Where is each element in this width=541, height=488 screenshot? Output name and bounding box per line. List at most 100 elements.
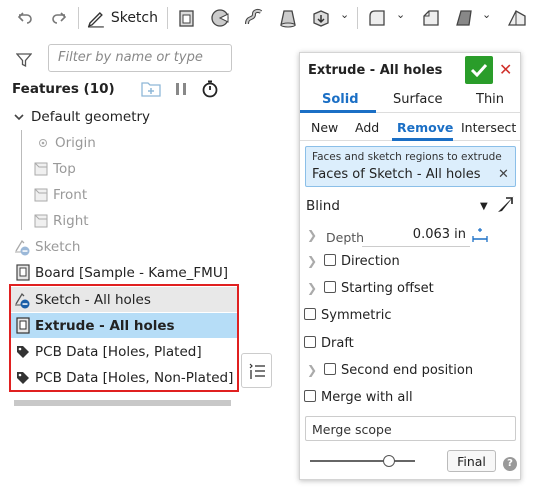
origin-icon — [34, 134, 52, 152]
feature-list-toggle-button[interactable] — [241, 353, 272, 388]
revolve-icon[interactable] — [209, 6, 231, 30]
extrude-dialog: Extrude - All holes ✕ Solid Surface Thin… — [299, 52, 521, 480]
chevron-down-icon[interactable]: ⌄ — [340, 8, 349, 21]
chamfer-icon[interactable] — [420, 6, 442, 30]
features-title: Features (10) — [12, 81, 115, 97]
sketch-pencil-icon — [87, 12, 104, 28]
plane-icon — [32, 186, 50, 204]
tree-item-top[interactable]: Top — [32, 156, 270, 181]
fillet-icon[interactable] — [366, 6, 388, 30]
tab-thin[interactable]: Thin — [476, 92, 504, 107]
tree-item-label: Right — [53, 212, 89, 229]
clear-selection-icon[interactable]: ✕ — [498, 167, 509, 182]
tree-item-label: Top — [53, 160, 76, 177]
filter-input[interactable]: Filter by name or type — [48, 44, 232, 72]
sketch-muted-icon — [14, 238, 32, 256]
symmetric-option[interactable]: Symmetric — [304, 308, 524, 323]
part-studio-icon — [14, 264, 32, 282]
chevron-right-icon[interactable]: ❯ — [307, 228, 317, 242]
depth-label: Depth — [326, 230, 365, 245]
depth-value: 0.063 in — [412, 227, 466, 242]
tab-remove[interactable]: Remove — [397, 120, 453, 135]
plane-icon — [32, 160, 50, 178]
toolbar-separator — [167, 7, 168, 29]
tree-item-front[interactable]: Front — [32, 182, 270, 207]
faces-value: Faces of Sketch - All holes — [312, 167, 481, 182]
direction-option[interactable]: Direction — [324, 254, 541, 269]
final-button[interactable]: Final — [447, 450, 496, 472]
help-icon[interactable]: ? — [503, 457, 517, 471]
toolbar: Sketch ⌄ ⌄ ⌄ — [0, 0, 541, 36]
chevron-right-icon[interactable]: ❯ — [307, 281, 317, 295]
draft-option[interactable]: Draft — [304, 336, 524, 351]
chevron-down-icon[interactable]: ⌄ — [482, 8, 491, 21]
starting-offset-option[interactable]: Starting offset — [324, 281, 541, 296]
tree-guide-line — [21, 130, 22, 230]
dialog-title: Extrude - All holes — [308, 63, 443, 78]
tree-item-label: Origin — [55, 134, 96, 151]
chevron-down-icon[interactable] — [10, 108, 28, 126]
tree-item-sketch[interactable]: Sketch — [14, 234, 252, 259]
operation-tabs: New Add Remove Intersect — [300, 113, 520, 141]
tree-item-board[interactable]: Board [Sample - Kame_FMU] — [14, 260, 252, 285]
rollback-slider-knob[interactable] — [382, 455, 395, 467]
toolbar-separator — [78, 7, 79, 29]
faces-label: Faces and sketch regions to extrude — [312, 151, 502, 163]
ok-button[interactable] — [465, 56, 493, 84]
draft-label: Draft — [321, 336, 354, 351]
symmetric-checkbox[interactable] — [304, 308, 316, 320]
tab-new[interactable]: New — [311, 120, 338, 135]
rollback-slider-track[interactable] — [310, 460, 415, 462]
merge-all-checkbox[interactable] — [304, 390, 316, 402]
end-type-select[interactable]: Blind — [306, 198, 526, 214]
shell-icon[interactable] — [505, 6, 529, 30]
starting-offset-checkbox[interactable] — [324, 281, 336, 293]
tree-item-label: Sketch — [35, 238, 81, 255]
filter-icon[interactable] — [15, 52, 33, 72]
chevron-right-icon[interactable]: ❯ — [307, 363, 317, 377]
draft-checkbox[interactable] — [304, 336, 316, 348]
extrude-icon[interactable] — [176, 6, 198, 30]
symmetric-label: Symmetric — [321, 308, 392, 323]
second-end-option[interactable]: Second end position — [324, 363, 541, 378]
sweep-icon[interactable] — [243, 6, 265, 30]
tree-item-right[interactable]: Right — [32, 208, 270, 233]
direction-checkbox[interactable] — [324, 254, 336, 266]
check-icon — [470, 63, 488, 77]
redo-icon[interactable] — [48, 6, 70, 30]
cancel-button[interactable]: ✕ — [499, 60, 512, 79]
dropdown-caret-icon[interactable]: ▼ — [480, 201, 488, 212]
horizontal-scrollbar[interactable] — [14, 400, 231, 406]
tab-intersect[interactable]: Intersect — [461, 120, 516, 135]
tree-item-default-geometry[interactable]: Default geometry — [10, 104, 248, 129]
draft-icon[interactable] — [453, 6, 475, 30]
merge-scope-field[interactable]: Merge scope — [305, 416, 516, 441]
tree-item-label: Default geometry — [31, 108, 151, 125]
merge-all-label: Merge with all — [321, 390, 413, 405]
active-tab-underline — [392, 138, 453, 141]
highlight-box — [9, 284, 239, 392]
loft-icon[interactable] — [277, 6, 299, 30]
sketch-button[interactable]: Sketch — [86, 6, 158, 30]
undo-icon[interactable] — [14, 6, 36, 30]
add-folder-icon[interactable] — [141, 80, 161, 102]
chevron-down-icon[interactable]: ⌄ — [396, 8, 405, 21]
depth-input[interactable]: 0.063 in — [362, 225, 470, 247]
second-end-label: Second end position — [341, 363, 474, 378]
flip-direction-icon[interactable] — [496, 194, 516, 218]
direction-label: Direction — [341, 254, 400, 269]
second-end-checkbox[interactable] — [324, 363, 336, 375]
stopwatch-icon[interactable] — [201, 80, 219, 102]
tab-add[interactable]: Add — [355, 120, 379, 135]
pause-icon[interactable] — [174, 82, 188, 100]
tree-item-origin[interactable]: Origin — [34, 130, 272, 155]
thicken-icon[interactable] — [310, 6, 332, 30]
merge-all-option[interactable]: Merge with all — [304, 390, 524, 405]
tab-surface[interactable]: Surface — [393, 92, 443, 107]
list-icon — [249, 363, 265, 379]
measure-depth-icon[interactable] — [472, 227, 488, 247]
faces-selection-field[interactable]: Faces and sketch regions to extrude Face… — [305, 146, 516, 187]
chevron-right-icon[interactable]: ❯ — [307, 254, 317, 268]
starting-offset-label: Starting offset — [341, 281, 434, 296]
tab-solid[interactable]: Solid — [322, 92, 359, 107]
